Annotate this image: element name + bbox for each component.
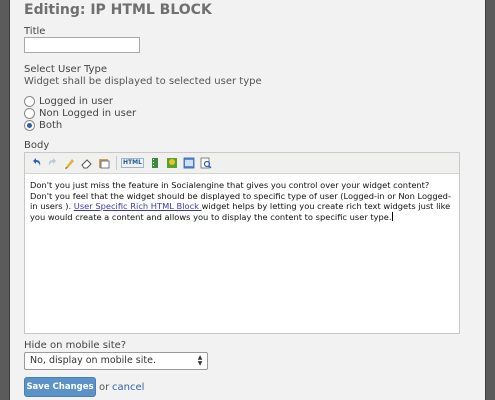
radio-non-logged-in[interactable]: Non Logged in user [24, 107, 136, 119]
media-icon[interactable] [148, 156, 162, 170]
html-icon[interactable]: HTML [121, 158, 144, 168]
select-arrows-icon: ▲ ▼ [197, 354, 203, 367]
radio-button[interactable] [24, 107, 35, 119]
title-input[interactable] [24, 37, 140, 53]
editor-content[interactable]: Don't you just miss the feature in Socia… [25, 174, 459, 222]
radio-logged-in[interactable]: Logged in user [24, 95, 113, 107]
or-text: or [99, 382, 110, 393]
text-caret [391, 211, 393, 221]
toolbar-separator [116, 156, 117, 170]
table-icon[interactable] [182, 156, 196, 170]
radio-label: Both [39, 119, 63, 131]
radio-label: Non Logged in user [39, 107, 137, 119]
mobile-label: Hide on mobile site? [24, 340, 127, 351]
dialog-title: Editing: IP HTML BLOCK [24, 2, 212, 18]
paste-icon[interactable] [97, 156, 111, 170]
save-button[interactable]: Save Changes [24, 377, 96, 397]
cancel-link[interactable]: cancel [112, 382, 144, 393]
radio-button-checked[interactable] [24, 119, 35, 131]
redo-icon[interactable] [46, 156, 60, 170]
user-type-description: Widget shall be displayed to selected us… [24, 76, 262, 87]
editor-toolbar: HTML [25, 153, 459, 174]
radio-label: Logged in user [39, 95, 113, 107]
radio-both[interactable]: Both [24, 119, 62, 131]
eraser-icon[interactable] [80, 156, 94, 170]
image-icon[interactable] [165, 156, 179, 170]
widget-edit-dialog: Editing: IP HTML BLOCK Title Select User… [9, 0, 486, 400]
body-link[interactable]: User Specific Rich HTML Block [74, 201, 202, 211]
title-label: Title [24, 26, 46, 37]
radio-button[interactable] [24, 95, 35, 107]
undo-icon[interactable] [29, 156, 43, 170]
mobile-visibility-select[interactable]: No, display on mobile site. ▲ ▼ [24, 352, 208, 370]
body-label: Body [24, 140, 50, 151]
cleanup-icon[interactable] [63, 156, 77, 170]
rich-text-editor[interactable]: HTML Don't you just miss the feature in … [24, 152, 460, 334]
preview-icon[interactable] [199, 156, 213, 170]
select-value: No, display on mobile site. [30, 355, 156, 366]
user-type-label: Select User Type [24, 64, 107, 75]
